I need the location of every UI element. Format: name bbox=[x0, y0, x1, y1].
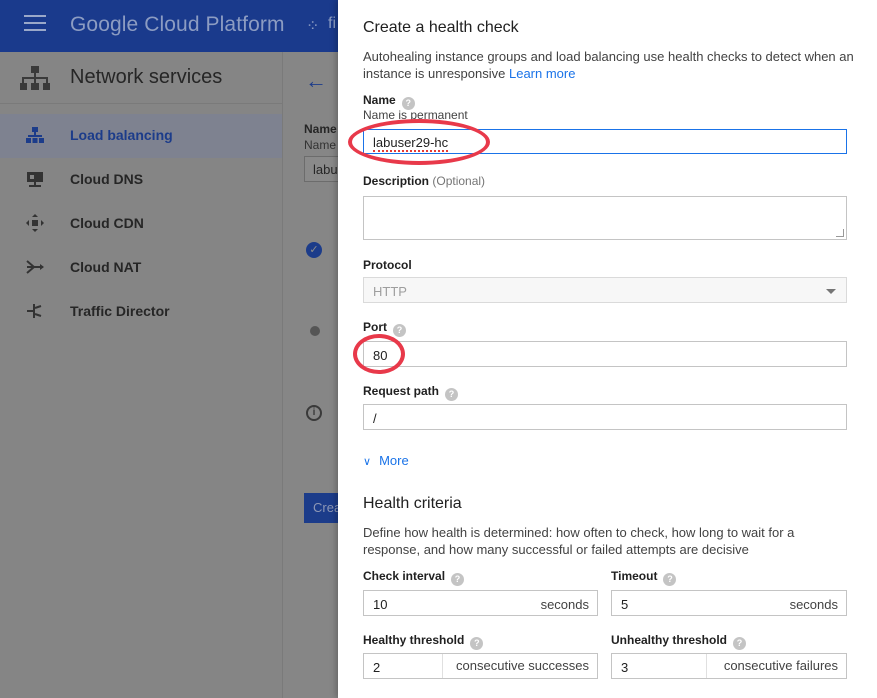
name-label: Name bbox=[363, 93, 396, 107]
healthy-threshold-label: Healthy threshold bbox=[363, 633, 465, 647]
help-icon[interactable]: ? bbox=[470, 637, 484, 650]
info-icon: i bbox=[306, 405, 322, 421]
panel-description-text: Autohealing instance groups and load bal… bbox=[363, 49, 854, 81]
create-health-check-panel: Create a health check Autohealing instan… bbox=[338, 0, 877, 698]
help-icon[interactable]: ? bbox=[733, 637, 747, 650]
sidebar-item-cloud-cdn[interactable]: Cloud CDN bbox=[0, 202, 282, 246]
main-content-dimmed: ← Name Name labu ✓ i Crea bbox=[282, 52, 344, 698]
healthy-threshold-value: 2 bbox=[373, 660, 381, 675]
unhealthy-threshold-unit: consecutive failures bbox=[706, 654, 838, 678]
health-criteria-description: Define how health is determined: how oft… bbox=[363, 525, 795, 557]
double-chevron-down-icon: ∨ bbox=[363, 456, 372, 468]
learn-more-link[interactable]: Learn more bbox=[509, 66, 575, 81]
check-interval-value: 10 bbox=[373, 597, 388, 612]
name-hint: Name is permanent bbox=[363, 108, 468, 122]
protocol-select[interactable]: HTTP bbox=[363, 277, 847, 303]
sidebar-header: Network services bbox=[0, 52, 282, 104]
sidebar-item-load-balancing[interactable]: Load balancing bbox=[0, 114, 282, 158]
port-value: 80 bbox=[373, 348, 388, 363]
sidebar-item-label: Cloud DNS bbox=[70, 171, 144, 187]
panel-title: Create a health check bbox=[363, 19, 519, 36]
sidebar-item-cloud-nat[interactable]: Cloud NAT bbox=[0, 246, 282, 290]
request-path-input[interactable]: / bbox=[363, 404, 847, 430]
load-balancing-icon bbox=[26, 127, 44, 143]
name-input[interactable]: labuser29-hc bbox=[363, 129, 847, 154]
request-path-value: / bbox=[373, 411, 377, 426]
traffic-director-icon bbox=[27, 304, 42, 318]
healthy-threshold-unit: consecutive successes bbox=[442, 654, 589, 678]
more-label: More bbox=[379, 453, 409, 468]
help-icon[interactable]: ? bbox=[663, 573, 677, 586]
request-path-label: Request path bbox=[363, 384, 440, 398]
unhealthy-threshold-input[interactable]: 3 consecutive failures bbox=[611, 653, 847, 679]
timeout-unit: seconds bbox=[789, 597, 838, 612]
resize-handle-icon[interactable] bbox=[836, 229, 844, 237]
more-toggle[interactable]: ∨ More bbox=[363, 453, 409, 468]
sidebar: Network services Load balancing Cloud DN… bbox=[0, 52, 282, 698]
timeout-value: 5 bbox=[621, 597, 629, 612]
health-criteria-title: Health criteria bbox=[363, 495, 462, 512]
cloud-cdn-icon bbox=[26, 214, 44, 232]
sidebar-title: Network services bbox=[70, 66, 223, 88]
chevron-down-icon bbox=[826, 289, 836, 294]
healthy-threshold-label-row: Healthy threshold? bbox=[363, 633, 484, 650]
healthy-threshold-input[interactable]: 2 consecutive successes bbox=[363, 653, 598, 679]
unhealthy-threshold-value: 3 bbox=[621, 660, 629, 675]
panel-description: Autohealing instance groups and load bal… bbox=[363, 48, 863, 82]
description-textarea[interactable] bbox=[363, 196, 847, 240]
sidebar-item-label: Cloud CDN bbox=[70, 215, 144, 231]
protocol-label: Protocol bbox=[363, 258, 412, 272]
port-input[interactable]: 80 bbox=[363, 341, 847, 367]
project-icon[interactable]: ⁘ bbox=[306, 16, 319, 36]
sidebar-item-label: Cloud NAT bbox=[70, 259, 142, 275]
timeout-label: Timeout bbox=[611, 569, 658, 583]
sidebar-item-cloud-dns[interactable]: Cloud DNS bbox=[0, 158, 282, 202]
hamburger-menu-icon[interactable] bbox=[24, 15, 46, 33]
help-icon[interactable]: ? bbox=[451, 573, 465, 586]
port-label: Port bbox=[363, 320, 387, 334]
protocol-value: HTTP bbox=[373, 284, 407, 299]
timeout-label-row: Timeout? bbox=[611, 569, 677, 586]
description-label-row: Description (Optional) bbox=[363, 174, 485, 188]
main-name-label: Name bbox=[304, 122, 337, 136]
check-interval-label: Check interval bbox=[363, 569, 446, 583]
project-name[interactable]: fi bbox=[328, 15, 336, 33]
check-interval-label-row: Check interval? bbox=[363, 569, 465, 586]
unhealthy-threshold-label: Unhealthy threshold bbox=[611, 633, 728, 647]
name-value: labuser29-hc bbox=[373, 135, 449, 152]
main-name-hint: Name bbox=[304, 138, 337, 152]
check-interval-unit: seconds bbox=[540, 597, 589, 612]
unhealthy-threshold-label-row: Unhealthy threshold? bbox=[611, 633, 747, 650]
sidebar-item-traffic-director[interactable]: Traffic Director bbox=[0, 290, 282, 334]
back-arrow-icon[interactable]: ← bbox=[305, 68, 327, 94]
main-name-value: labu bbox=[313, 162, 338, 177]
request-path-label-row: Request path? bbox=[363, 384, 459, 401]
step-complete-icon: ✓ bbox=[306, 242, 322, 258]
cloud-dns-icon bbox=[27, 172, 43, 187]
help-icon[interactable]: ? bbox=[393, 324, 406, 337]
timeout-input[interactable]: 5 seconds bbox=[611, 590, 847, 616]
create-button-label: Crea bbox=[313, 500, 342, 515]
optional-label: (Optional) bbox=[432, 174, 486, 188]
port-label-row: Port? bbox=[363, 320, 406, 337]
brand-title: Google Cloud Platform bbox=[70, 13, 285, 36]
description-label: Description bbox=[363, 174, 430, 188]
sidebar-item-label: Load balancing bbox=[70, 127, 173, 143]
help-icon[interactable]: ? bbox=[445, 388, 459, 401]
check-interval-input[interactable]: 10 seconds bbox=[363, 590, 598, 616]
cloud-nat-icon bbox=[26, 260, 44, 274]
network-services-icon bbox=[20, 66, 50, 90]
step-pending-icon bbox=[310, 326, 320, 336]
sidebar-item-label: Traffic Director bbox=[70, 303, 170, 319]
